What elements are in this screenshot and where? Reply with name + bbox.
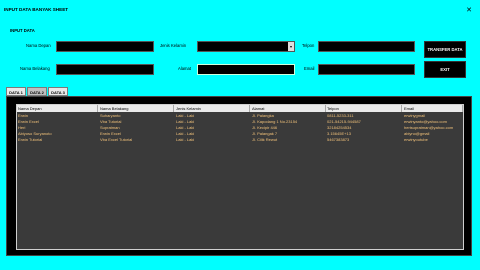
table-cell[interactable]: Vba Excel Tutorial: [99, 137, 174, 143]
table-cell[interactable]: 5467383873: [326, 137, 402, 143]
window-title: INPUT DATA BANYAK SHEET: [4, 7, 69, 12]
column-header[interactable]: Jenis Kelamin: [175, 105, 250, 112]
column-header[interactable]: Email: [403, 105, 463, 112]
column-header[interactable]: Telpon: [326, 105, 402, 112]
column-header[interactable]: Alamat: [251, 105, 326, 112]
table-cell[interactable]: Jl. Cilik Rewut: [251, 137, 326, 143]
input-group-title: INPUT DATA: [10, 28, 35, 33]
email-label: Email: [304, 66, 315, 71]
alamat-label: Alamat: [178, 66, 192, 71]
data-panel: Nama Depan Nama Belakang Jenis Kelamin A…: [6, 96, 472, 256]
chevron-down-icon[interactable]: ▾: [288, 42, 294, 51]
column-header[interactable]: Nama Depan: [17, 105, 98, 112]
close-icon[interactable]: ✕: [462, 4, 476, 18]
column-header[interactable]: Nama Belakang: [99, 105, 174, 112]
jenis-kelamin-label: Jenis Kelamin: [160, 43, 187, 48]
table-header: Nama Depan Nama Belakang Jenis Kelamin A…: [17, 105, 463, 112]
title-bar: INPUT DATA BANYAK SHEET ✕: [0, 0, 480, 22]
table-cell[interactable]: Laki - Laki: [175, 137, 250, 143]
table-cell[interactable]: Erwin Tutorial: [17, 137, 98, 143]
nama-belakang-label: Nama Belakang: [20, 66, 50, 71]
data-grid: Nama Depan Nama Belakang Jenis Kelamin A…: [16, 104, 464, 250]
nama-depan-label: Nama Depan: [26, 43, 51, 48]
transfer-data-button[interactable]: TRANSFER DATA: [424, 41, 466, 58]
nama-depan-field[interactable]: [56, 41, 154, 52]
table-cell[interactable]: erwinyoutube: [403, 137, 463, 143]
tab-data-1[interactable]: DATA 1: [6, 87, 26, 96]
exit-button[interactable]: EXIT: [424, 61, 466, 78]
tab-data-2[interactable]: DATA 2: [27, 87, 47, 96]
jenis-kelamin-select[interactable]: [197, 41, 295, 52]
nama-belakang-field[interactable]: [56, 64, 154, 75]
telpon-field[interactable]: [318, 41, 415, 52]
alamat-field[interactable]: [197, 64, 295, 75]
tab-data-3[interactable]: DATA 3: [48, 87, 68, 96]
email-field[interactable]: [318, 64, 415, 75]
table-row[interactable]: Erwin Tutorial Vba Excel Tutorial Laki -…: [17, 137, 463, 143]
telpon-label: Telpon: [302, 43, 315, 48]
